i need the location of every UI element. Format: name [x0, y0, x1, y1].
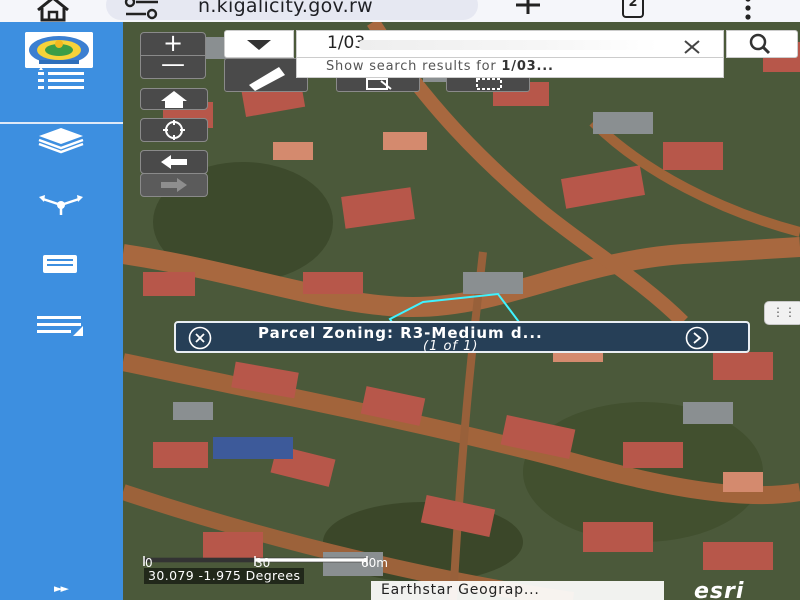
home-icon[interactable] [34, 0, 72, 22]
search-value-blur [359, 40, 659, 50]
suggestion-term: 1/03... [501, 59, 554, 74]
print-icon[interactable] [35, 250, 87, 280]
zoom-out-button[interactable]: — [140, 52, 206, 79]
default-extent-button[interactable] [140, 88, 208, 110]
share-icon[interactable] [35, 187, 87, 217]
chevron-right-icon[interactable] [684, 326, 710, 350]
tabs-icon[interactable]: 2 [622, 0, 644, 18]
esri-logo: esri [694, 579, 745, 604]
search-suggestion[interactable]: Show search results for 1/03... [296, 58, 724, 78]
suggestion-prefix: Show search results for [326, 59, 502, 74]
search-icon [749, 33, 771, 55]
close-icon[interactable] [188, 326, 212, 350]
arrow-left-icon [161, 155, 187, 169]
popup-count: (1 of 1) [423, 339, 479, 354]
arrow-right-icon [161, 178, 187, 192]
rwanda-emblem-logo [25, 32, 93, 68]
legend-list-icon[interactable] [35, 66, 87, 96]
browser-toolbar: n.kigalicity.gov.rw 2 [0, 0, 800, 22]
sidebar: ►► [0, 22, 123, 600]
map-attribution[interactable]: Earthstar Geograp... [371, 581, 664, 600]
scale-tick-60: 60m [361, 556, 388, 570]
close-icon[interactable] [681, 35, 703, 57]
coordinate-readout: 30.079 -1.975 Degrees [144, 568, 305, 584]
locate-button[interactable] [140, 118, 208, 142]
map-view[interactable] [123, 22, 800, 600]
home-icon [161, 91, 187, 108]
next-extent-button[interactable] [140, 173, 208, 197]
layers-icon[interactable] [35, 124, 87, 154]
crosshair-icon [163, 120, 185, 140]
menu-icon[interactable] [738, 0, 758, 22]
chevron-down-icon [247, 40, 271, 50]
search-button[interactable] [726, 30, 798, 58]
query-list-icon[interactable] [35, 312, 87, 342]
site-settings-icon[interactable] [122, 0, 162, 22]
new-tab-icon[interactable] [510, 0, 546, 22]
feature-popup[interactable]: Parcel Zoning: R3-Medium d... (1 of 1) [174, 321, 750, 354]
url-text: n.kigalicity.gov.rw [198, 0, 373, 17]
panel-drag-handle[interactable]: ⋮⋮ [764, 301, 800, 325]
grip-icon: ⋮⋮ [772, 305, 796, 319]
satellite-imagery [123, 22, 800, 600]
search-input[interactable]: 1/03 [296, 30, 724, 58]
previous-extent-button[interactable] [140, 150, 208, 174]
expand-sidebar-icon[interactable]: ►► [54, 582, 69, 595]
popup-title: Parcel Zoning: R3-Medium d... [258, 324, 543, 342]
search-source-dropdown[interactable] [224, 30, 294, 58]
